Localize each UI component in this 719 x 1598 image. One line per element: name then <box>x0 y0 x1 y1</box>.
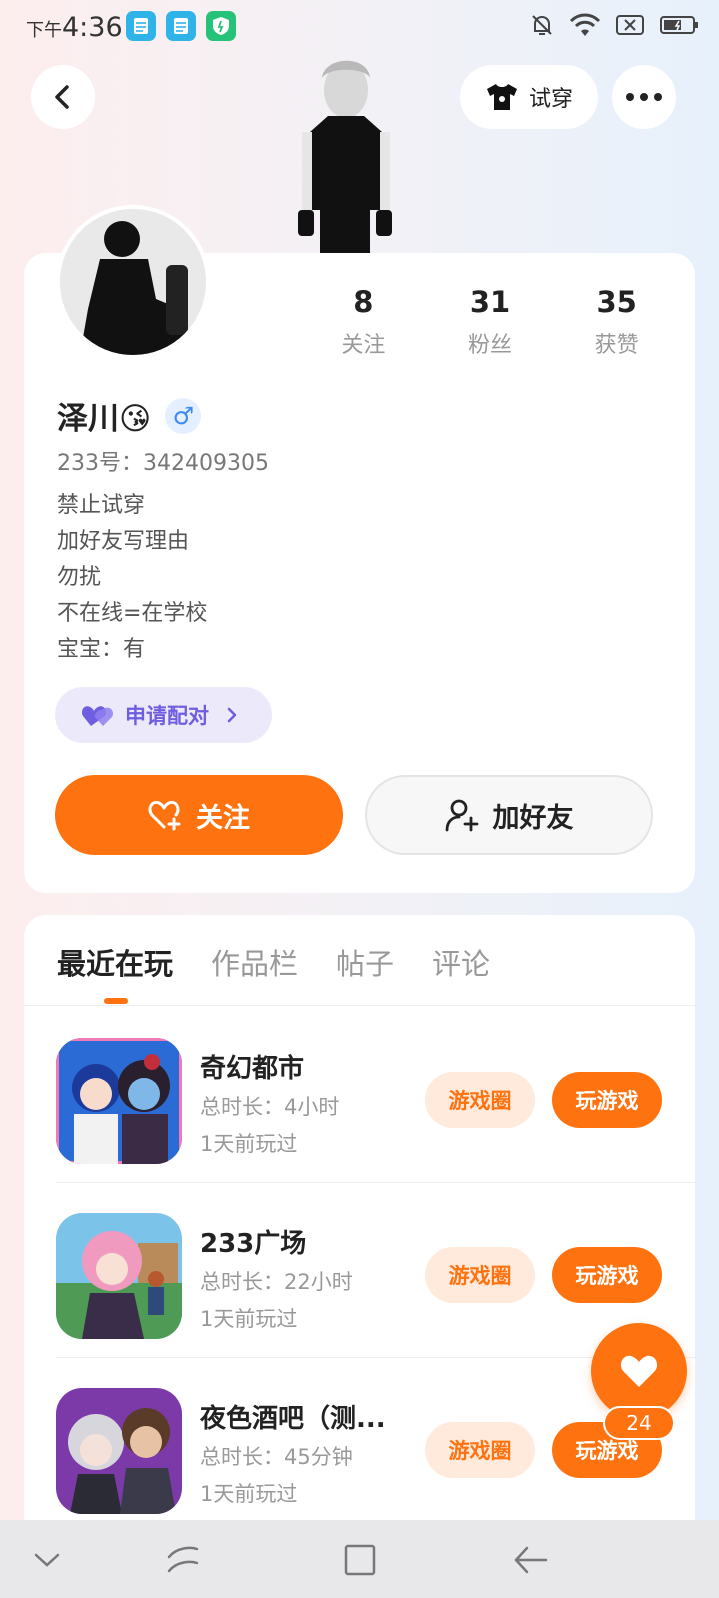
add-friend-button[interactable]: 加好友 <box>365 775 653 855</box>
game-title: 233广场 <box>200 1229 307 1259</box>
security-app-icon <box>206 11 236 41</box>
status-bar: 下午4:36 <box>0 0 719 56</box>
try-on-label: 试穿 <box>528 87 573 112</box>
more-button[interactable] <box>612 65 676 129</box>
like-button[interactable] <box>591 1323 687 1419</box>
avatar[interactable] <box>56 205 210 359</box>
notes-app-icon <box>166 11 196 41</box>
game-icon <box>56 1038 182 1164</box>
heart-icon <box>620 1355 658 1387</box>
list-item[interactable]: 233广场 总时长：22小时 1天前玩过 游戏圈 玩游戏 <box>24 1183 695 1358</box>
tshirt-icon <box>486 84 517 110</box>
game-duration: 总时长：22小时 <box>200 1270 353 1294</box>
game-duration: 总时长：45分钟 <box>200 1445 353 1469</box>
battery-icon <box>660 16 698 34</box>
request-pair-label: 申请配对 <box>125 704 209 728</box>
heart-plus-icon <box>148 800 181 831</box>
bio-line: 加好友写理由 <box>57 529 190 554</box>
stat-likes[interactable]: 35 获赞 <box>553 285 680 359</box>
user-bio: 禁止试穿 加好友写理由 勿扰 不在线=在学校 宝宝：有 <box>57 488 207 668</box>
request-pair-button[interactable]: 申请配对 <box>55 687 272 743</box>
user-id: 233号：342409305 <box>57 451 269 476</box>
chevron-right-icon <box>227 707 237 723</box>
try-on-button[interactable]: 试穿 <box>460 65 598 129</box>
game-circle-button[interactable]: 游戏圈 <box>425 1422 535 1478</box>
tab-posts[interactable]: 帖子 <box>336 941 394 983</box>
list-item[interactable]: 奇幻都市 总时长：4小时 1天前玩过 游戏圈 玩游戏 <box>24 1008 695 1183</box>
double-heart-icon <box>81 706 114 726</box>
like-count: 24 <box>603 1406 675 1440</box>
play-game-button[interactable]: 玩游戏 <box>552 1247 662 1303</box>
notes-app-icon <box>126 11 156 41</box>
status-time: 下午4:36 <box>26 12 123 43</box>
chevron-left-icon <box>55 85 69 109</box>
add-user-icon <box>445 799 478 832</box>
bio-line: 不在线=在学校 <box>57 601 208 626</box>
add-friend-label: 加好友 <box>492 802 574 834</box>
home-square-icon[interactable] <box>338 1538 382 1582</box>
profile-tabs: 最近在玩 作品栏 帖子 评论 <box>57 941 490 983</box>
bell-off-icon <box>532 15 552 35</box>
system-nav-bar <box>0 1520 719 1598</box>
back-button[interactable] <box>31 65 95 129</box>
game-last-played: 1天前玩过 <box>200 1482 298 1506</box>
chevron-down-icon[interactable] <box>25 1538 69 1582</box>
wifi-icon <box>569 13 601 36</box>
back-arrow-icon[interactable] <box>509 1538 553 1582</box>
tab-recent-games[interactable]: 最近在玩 <box>57 941 173 983</box>
sim-x-icon <box>616 15 644 35</box>
game-circle-button[interactable]: 游戏圈 <box>425 1072 535 1128</box>
user-name: 泽川😘 <box>57 401 152 437</box>
bio-line: 禁止试穿 <box>57 493 146 518</box>
follow-button[interactable]: 关注 <box>55 775 343 855</box>
stat-following[interactable]: 8 关注 <box>300 285 427 359</box>
recent-apps-icon[interactable] <box>161 1538 205 1582</box>
game-circle-button[interactable]: 游戏圈 <box>425 1247 535 1303</box>
more-dots-icon <box>626 93 662 101</box>
male-gender-icon: ♂ <box>165 397 202 434</box>
bio-line: 宝宝：有 <box>57 637 146 662</box>
bio-line: 勿扰 <box>57 565 102 590</box>
game-icon <box>56 1213 182 1339</box>
game-last-played: 1天前玩过 <box>200 1307 298 1331</box>
game-icon <box>56 1388 182 1514</box>
play-game-button[interactable]: 玩游戏 <box>552 1072 662 1128</box>
avatar-3d-figure <box>290 50 400 255</box>
game-title: 夜色酒吧（测... <box>200 1404 386 1434</box>
tab-indicator <box>104 998 128 1004</box>
follow-label: 关注 <box>196 802 250 834</box>
tab-works[interactable]: 作品栏 <box>211 941 298 983</box>
name-row: 泽川😘 ♂ <box>57 393 202 438</box>
game-title: 奇幻都市 <box>200 1054 305 1084</box>
game-last-played: 1天前玩过 <box>200 1132 298 1156</box>
game-duration: 总时长：4小时 <box>200 1095 340 1119</box>
tab-comments[interactable]: 评论 <box>432 941 490 983</box>
profile-stats: 8 关注 31 粉丝 35 获赞 <box>300 285 680 359</box>
divider <box>24 1005 695 1006</box>
stat-fans[interactable]: 31 粉丝 <box>427 285 554 359</box>
